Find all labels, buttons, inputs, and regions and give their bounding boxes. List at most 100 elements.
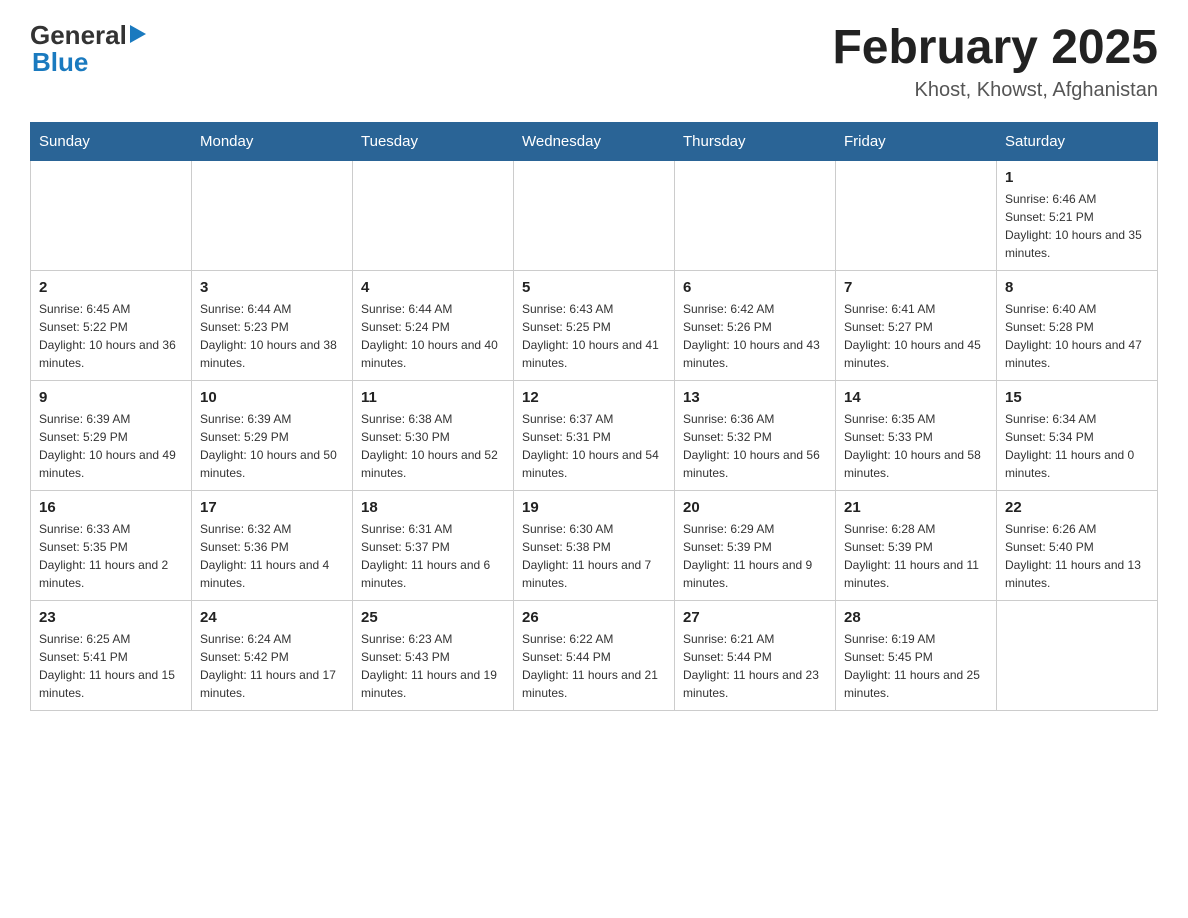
week-row-3: 9 Sunrise: 6:39 AM Sunset: 5:29 PM Daylig… (31, 381, 1158, 491)
day-info: Sunrise: 6:41 AM Sunset: 5:27 PM Dayligh… (844, 300, 988, 372)
day-number: 11 (361, 389, 505, 406)
day-number: 19 (522, 499, 666, 516)
calendar-cell: 19 Sunrise: 6:30 AM Sunset: 5:38 PM Dayli… (514, 491, 675, 601)
calendar-cell: 9 Sunrise: 6:39 AM Sunset: 5:29 PM Daylig… (31, 381, 192, 491)
day-info: Sunrise: 6:23 AM Sunset: 5:43 PM Dayligh… (361, 630, 505, 702)
calendar-cell (353, 161, 514, 271)
calendar-subtitle: Khost, Khowst, Afghanistan (832, 79, 1158, 102)
calendar-cell: 18 Sunrise: 6:31 AM Sunset: 5:37 PM Dayli… (353, 491, 514, 601)
calendar-cell (997, 601, 1158, 711)
calendar-cell: 2 Sunrise: 6:45 AM Sunset: 5:22 PM Daylig… (31, 271, 192, 381)
day-info: Sunrise: 6:29 AM Sunset: 5:39 PM Dayligh… (683, 520, 827, 592)
calendar-cell (31, 161, 192, 271)
day-number: 6 (683, 279, 827, 296)
calendar-cell: 28 Sunrise: 6:19 AM Sunset: 5:45 PM Dayli… (836, 601, 997, 711)
day-number: 16 (39, 499, 183, 516)
calendar-cell: 7 Sunrise: 6:41 AM Sunset: 5:27 PM Daylig… (836, 271, 997, 381)
day-info: Sunrise: 6:32 AM Sunset: 5:36 PM Dayligh… (200, 520, 344, 592)
title-section: February 2025 Khost, Khowst, Afghanistan (832, 20, 1158, 102)
day-number: 8 (1005, 279, 1149, 296)
day-number: 21 (844, 499, 988, 516)
calendar-cell: 5Sunrise: 6:43 AM Sunset: 5:25 PM Daylig… (514, 271, 675, 381)
weekday-header-row: SundayMondayTuesdayWednesdayThursdayFrid… (31, 123, 1158, 161)
day-info: Sunrise: 6:46 AM Sunset: 5:21 PM Dayligh… (1005, 190, 1149, 262)
weekday-header-monday: Monday (192, 123, 353, 161)
calendar-cell (836, 161, 997, 271)
weekday-header-sunday: Sunday (31, 123, 192, 161)
day-info: Sunrise: 6:35 AM Sunset: 5:33 PM Dayligh… (844, 410, 988, 482)
weekday-header-thursday: Thursday (675, 123, 836, 161)
day-number: 14 (844, 389, 988, 406)
day-number: 15 (1005, 389, 1149, 406)
weekday-header-wednesday: Wednesday (514, 123, 675, 161)
week-row-1: 1 Sunrise: 6:46 AM Sunset: 5:21 PM Daylig… (31, 161, 1158, 271)
day-info: Sunrise: 6:44 AM Sunset: 5:23 PM Dayligh… (200, 300, 344, 372)
day-info: Sunrise: 6:30 AM Sunset: 5:38 PM Dayligh… (522, 520, 666, 592)
weekday-header-friday: Friday (836, 123, 997, 161)
day-info: Sunrise: 6:37 AM Sunset: 5:31 PM Dayligh… (522, 410, 666, 482)
day-number: 1 (1005, 169, 1149, 186)
day-number: 22 (1005, 499, 1149, 516)
calendar-cell: 13Sunrise: 6:36 AM Sunset: 5:32 PM Dayli… (675, 381, 836, 491)
calendar-cell: 14 Sunrise: 6:35 AM Sunset: 5:33 PM Dayli… (836, 381, 997, 491)
page-header: General Blue February 2025 Khost, Khowst… (30, 20, 1158, 102)
logo: General Blue (30, 20, 146, 78)
calendar-cell (514, 161, 675, 271)
day-info: Sunrise: 6:25 AM Sunset: 5:41 PM Dayligh… (39, 630, 183, 702)
day-info: Sunrise: 6:36 AM Sunset: 5:32 PM Dayligh… (683, 410, 827, 482)
calendar-cell: 25 Sunrise: 6:23 AM Sunset: 5:43 PM Dayli… (353, 601, 514, 711)
day-number: 7 (844, 279, 988, 296)
day-info: Sunrise: 6:45 AM Sunset: 5:22 PM Dayligh… (39, 300, 183, 372)
day-info: Sunrise: 6:19 AM Sunset: 5:45 PM Dayligh… (844, 630, 988, 702)
calendar-cell: 27Sunrise: 6:21 AM Sunset: 5:44 PM Dayli… (675, 601, 836, 711)
day-info: Sunrise: 6:33 AM Sunset: 5:35 PM Dayligh… (39, 520, 183, 592)
week-row-5: 23Sunrise: 6:25 AM Sunset: 5:41 PM Dayli… (31, 601, 1158, 711)
day-number: 4 (361, 279, 505, 296)
calendar-title: February 2025 (832, 20, 1158, 75)
day-number: 24 (200, 609, 344, 626)
calendar-cell: 12 Sunrise: 6:37 AM Sunset: 5:31 PM Dayli… (514, 381, 675, 491)
day-info: Sunrise: 6:42 AM Sunset: 5:26 PM Dayligh… (683, 300, 827, 372)
calendar-cell: 4 Sunrise: 6:44 AM Sunset: 5:24 PM Daylig… (353, 271, 514, 381)
weekday-header-tuesday: Tuesday (353, 123, 514, 161)
logo-blue-text: Blue (30, 47, 88, 78)
calendar-cell: 11 Sunrise: 6:38 AM Sunset: 5:30 PM Dayli… (353, 381, 514, 491)
calendar-cell: 21 Sunrise: 6:28 AM Sunset: 5:39 PM Dayli… (836, 491, 997, 601)
day-number: 2 (39, 279, 183, 296)
day-number: 10 (200, 389, 344, 406)
calendar-cell: 10 Sunrise: 6:39 AM Sunset: 5:29 PM Dayli… (192, 381, 353, 491)
calendar-cell: 23Sunrise: 6:25 AM Sunset: 5:41 PM Dayli… (31, 601, 192, 711)
day-number: 25 (361, 609, 505, 626)
day-info: Sunrise: 6:38 AM Sunset: 5:30 PM Dayligh… (361, 410, 505, 482)
day-info: Sunrise: 6:26 AM Sunset: 5:40 PM Dayligh… (1005, 520, 1149, 592)
day-number: 12 (522, 389, 666, 406)
week-row-4: 16 Sunrise: 6:33 AM Sunset: 5:35 PM Dayli… (31, 491, 1158, 601)
day-info: Sunrise: 6:40 AM Sunset: 5:28 PM Dayligh… (1005, 300, 1149, 372)
day-number: 27 (683, 609, 827, 626)
calendar-cell: 16 Sunrise: 6:33 AM Sunset: 5:35 PM Dayli… (31, 491, 192, 601)
day-number: 17 (200, 499, 344, 516)
calendar-cell: 20 Sunrise: 6:29 AM Sunset: 5:39 PM Dayli… (675, 491, 836, 601)
day-info: Sunrise: 6:34 AM Sunset: 5:34 PM Dayligh… (1005, 410, 1149, 482)
day-number: 28 (844, 609, 988, 626)
day-info: Sunrise: 6:39 AM Sunset: 5:29 PM Dayligh… (200, 410, 344, 482)
day-info: Sunrise: 6:39 AM Sunset: 5:29 PM Dayligh… (39, 410, 183, 482)
day-info: Sunrise: 6:22 AM Sunset: 5:44 PM Dayligh… (522, 630, 666, 702)
day-number: 3 (200, 279, 344, 296)
calendar-cell: 26 Sunrise: 6:22 AM Sunset: 5:44 PM Dayli… (514, 601, 675, 711)
day-number: 26 (522, 609, 666, 626)
calendar-cell: 15 Sunrise: 6:34 AM Sunset: 5:34 PM Dayli… (997, 381, 1158, 491)
calendar-cell: 6 Sunrise: 6:42 AM Sunset: 5:26 PM Daylig… (675, 271, 836, 381)
day-number: 18 (361, 499, 505, 516)
day-info: Sunrise: 6:31 AM Sunset: 5:37 PM Dayligh… (361, 520, 505, 592)
day-info: Sunrise: 6:24 AM Sunset: 5:42 PM Dayligh… (200, 630, 344, 702)
calendar-cell (675, 161, 836, 271)
calendar-cell: 1 Sunrise: 6:46 AM Sunset: 5:21 PM Daylig… (997, 161, 1158, 271)
calendar-cell: 24 Sunrise: 6:24 AM Sunset: 5:42 PM Dayli… (192, 601, 353, 711)
weekday-header-saturday: Saturday (997, 123, 1158, 161)
day-number: 20 (683, 499, 827, 516)
day-info: Sunrise: 6:28 AM Sunset: 5:39 PM Dayligh… (844, 520, 988, 592)
day-number: 9 (39, 389, 183, 406)
calendar-table: SundayMondayTuesdayWednesdayThursdayFrid… (30, 122, 1158, 711)
day-info: Sunrise: 6:44 AM Sunset: 5:24 PM Dayligh… (361, 300, 505, 372)
